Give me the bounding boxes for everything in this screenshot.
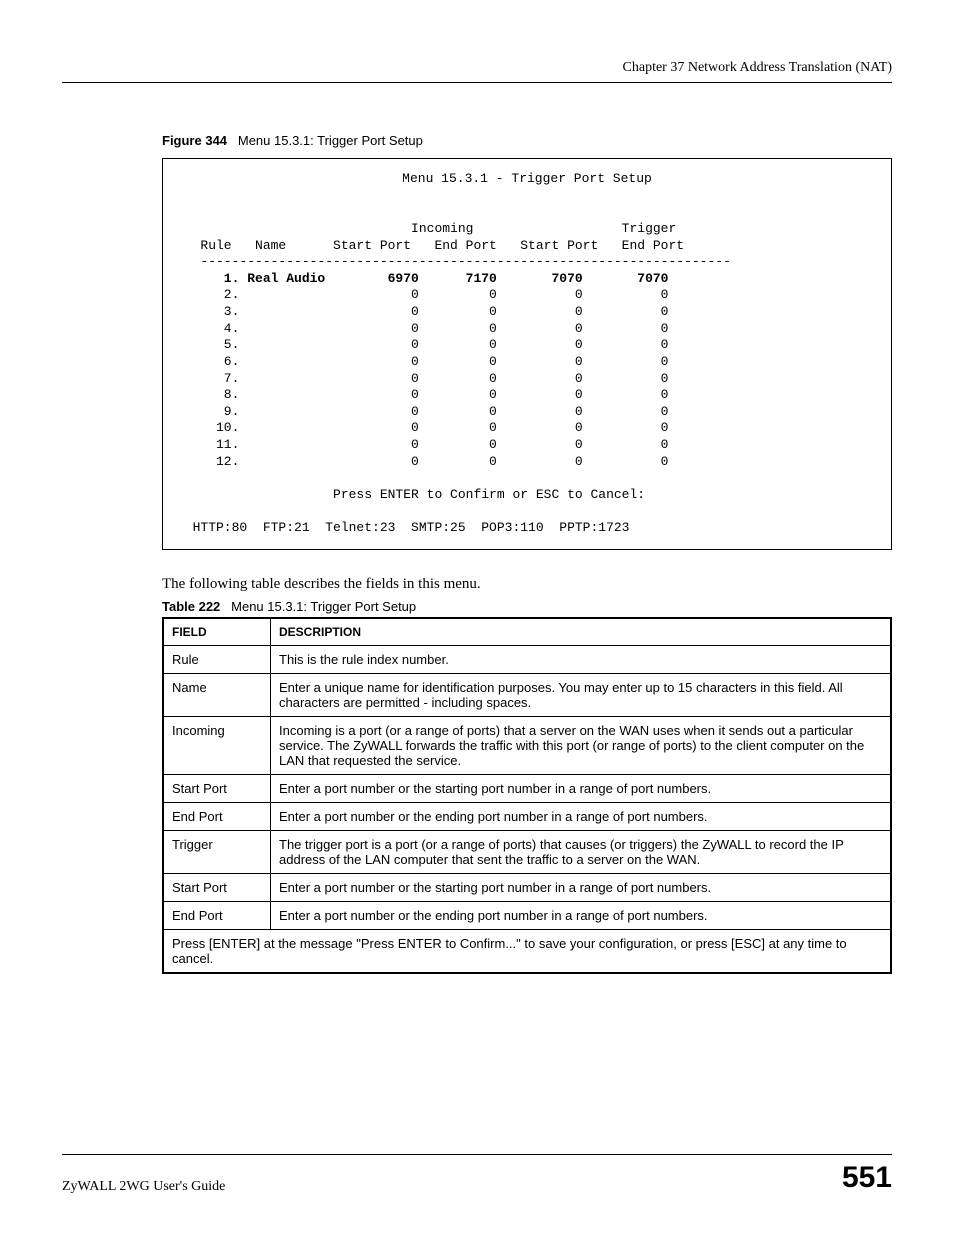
figure-caption: Figure 344 Menu 15.3.1: Trigger Port Set… bbox=[162, 133, 892, 148]
table-row: NameEnter a unique name for identificati… bbox=[163, 673, 891, 716]
field-desc-cell: The trigger port is a port (or a range o… bbox=[271, 830, 892, 873]
figure-label: Figure 344 bbox=[162, 133, 227, 148]
footer-page-number: 551 bbox=[842, 1161, 892, 1195]
field-name-cell: Start Port bbox=[163, 873, 271, 901]
field-name-cell: Incoming bbox=[163, 716, 271, 774]
menu-row: 12. 0 0 0 0 bbox=[177, 454, 668, 469]
table-row: Start PortEnter a port number or the sta… bbox=[163, 873, 891, 901]
chapter-title: Chapter 37 Network Address Translation (… bbox=[62, 60, 892, 83]
field-desc-cell: Enter a port number or the starting port… bbox=[271, 873, 892, 901]
table-row: RuleThis is the rule index number. bbox=[163, 645, 891, 673]
field-desc-cell: This is the rule index number. bbox=[271, 645, 892, 673]
menu-screenshot: Menu 15.3.1 - Trigger Port Setup Incomin… bbox=[162, 158, 892, 550]
table-row: End PortEnter a port number or the endin… bbox=[163, 802, 891, 830]
menu-row: 9. 0 0 0 0 bbox=[177, 404, 668, 419]
field-name-cell: Rule bbox=[163, 645, 271, 673]
menu-row: 2. 0 0 0 0 bbox=[177, 287, 668, 302]
table-row: End PortEnter a port number or the endin… bbox=[163, 901, 891, 929]
figure-caption-text: Menu 15.3.1: Trigger Port Setup bbox=[238, 133, 423, 148]
field-name-cell: Start Port bbox=[163, 774, 271, 802]
menu-row: 3. 0 0 0 0 bbox=[177, 304, 668, 319]
table-row: Start PortEnter a port number or the sta… bbox=[163, 774, 891, 802]
menu-row: 10. 0 0 0 0 bbox=[177, 420, 668, 435]
menu-title: Menu 15.3.1 - Trigger Port Setup bbox=[177, 171, 877, 188]
description-intro: The following table describes the fields… bbox=[162, 576, 892, 593]
table-row: IncomingIncoming is a port (or a range o… bbox=[163, 716, 891, 774]
menu-row: 7. 0 0 0 0 bbox=[177, 371, 668, 386]
menu-row: 5. 0 0 0 0 bbox=[177, 337, 668, 352]
menu-row: 8. 0 0 0 0 bbox=[177, 387, 668, 402]
field-name-cell: Trigger bbox=[163, 830, 271, 873]
menu-row: 4. 0 0 0 0 bbox=[177, 321, 668, 336]
table-footer-note: Press [ENTER] at the message "Press ENTE… bbox=[163, 929, 891, 973]
field-desc-cell: Enter a port number or the starting port… bbox=[271, 774, 892, 802]
menu-row: 11. 0 0 0 0 bbox=[177, 437, 668, 452]
footer-guide-name: ZyWALL 2WG User's Guide bbox=[62, 1179, 225, 1195]
table-head-field: FIELD bbox=[163, 618, 271, 646]
table-caption: Table 222 Menu 15.3.1: Trigger Port Setu… bbox=[162, 599, 892, 614]
field-name-cell: Name bbox=[163, 673, 271, 716]
menu-row: 1. Real Audio 6970 7170 7070 7070 bbox=[177, 271, 668, 286]
table-row: TriggerThe trigger port is a port (or a … bbox=[163, 830, 891, 873]
field-desc-cell: Incoming is a port (or a range of ports)… bbox=[271, 716, 892, 774]
field-desc-cell: Enter a unique name for identification p… bbox=[271, 673, 892, 716]
field-name-cell: End Port bbox=[163, 802, 271, 830]
field-desc-cell: Enter a port number or the ending port n… bbox=[271, 802, 892, 830]
table-caption-text: Menu 15.3.1: Trigger Port Setup bbox=[231, 599, 416, 614]
field-name-cell: End Port bbox=[163, 901, 271, 929]
menu-row: 6. 0 0 0 0 bbox=[177, 354, 668, 369]
table-head-desc: DESCRIPTION bbox=[271, 618, 892, 646]
field-desc-cell: Enter a port number or the ending port n… bbox=[271, 901, 892, 929]
field-description-table: FIELD DESCRIPTION RuleThis is the rule i… bbox=[162, 617, 892, 974]
table-row: Press [ENTER] at the message "Press ENTE… bbox=[163, 929, 891, 973]
table-label: Table 222 bbox=[162, 599, 220, 614]
page-footer: ZyWALL 2WG User's Guide 551 bbox=[62, 1154, 892, 1195]
